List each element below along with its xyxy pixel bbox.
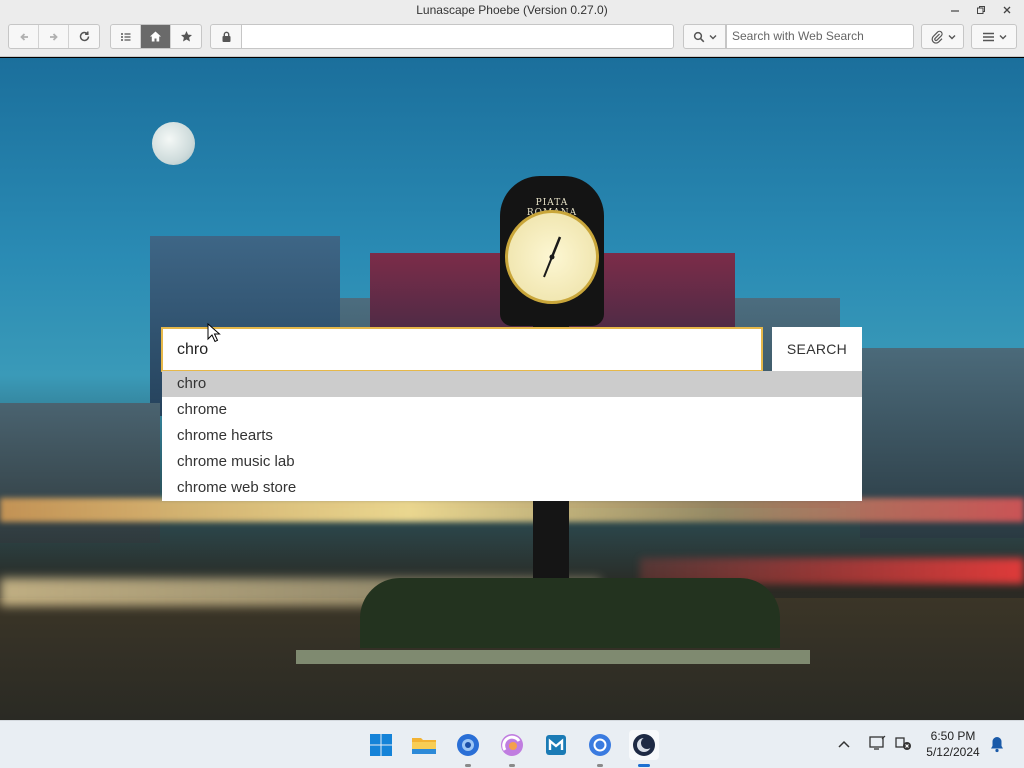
window-title: Lunascape Phoebe (Version 0.27.0) [416, 3, 608, 17]
paperclip-icon [931, 30, 943, 44]
lunascape-app[interactable] [629, 730, 659, 767]
taskbar-date[interactable]: 5/12/2024 [922, 745, 984, 759]
lunascape-icon [633, 734, 655, 756]
clock-face [505, 210, 599, 304]
suggestion-list: chro chrome chrome hearts chrome music l… [162, 371, 862, 501]
browser-rainbow-icon [501, 734, 523, 756]
reload-button[interactable] [69, 25, 99, 48]
notifications-button[interactable] [989, 735, 1005, 756]
address-bar[interactable] [241, 24, 674, 49]
show-hidden-icons-button[interactable] [838, 737, 850, 751]
search-button[interactable]: SEARCH [772, 327, 862, 372]
search-engine-selector[interactable] [683, 24, 726, 49]
list-icon [120, 32, 130, 41]
back-button[interactable] [9, 25, 39, 48]
suggestion-item[interactable]: chro [162, 371, 862, 397]
windows-logo-icon [370, 734, 392, 756]
clock-hands-icon [543, 236, 562, 278]
forward-arrow-icon [49, 32, 58, 41]
browser-app[interactable] [453, 730, 483, 767]
tab-list-button[interactable] [111, 25, 141, 48]
suggestion-item[interactable]: chrome hearts [162, 423, 862, 449]
search-input[interactable]: chro [161, 327, 763, 372]
lock-icon [222, 31, 230, 42]
network-tray-button[interactable] [894, 735, 912, 754]
minimize-icon [951, 10, 959, 12]
star-icon [180, 31, 192, 42]
display-icon [869, 735, 886, 750]
chevron-down-icon [999, 34, 1006, 39]
taskbar-time[interactable]: 6:50 PM [922, 729, 984, 743]
network-disconnected-icon [895, 737, 911, 750]
chevron-up-icon [838, 740, 850, 748]
search-icon [693, 31, 704, 42]
navigation-group [8, 24, 100, 49]
back-arrow-icon [19, 32, 28, 41]
site-info-button[interactable] [210, 24, 242, 49]
hamburger-menu-icon [982, 32, 994, 41]
clip-menu-button[interactable] [921, 24, 964, 49]
close-icon [1003, 6, 1011, 14]
home-icon [150, 31, 161, 42]
bushes-image [360, 578, 780, 648]
web-search-input[interactable]: Search with Web Search [726, 24, 914, 49]
folder-icon [412, 738, 436, 754]
forward-button[interactable] [39, 25, 69, 48]
home-button[interactable] [141, 25, 171, 48]
suggestion-item[interactable]: chrome web store [162, 475, 862, 501]
background-building [0, 403, 160, 543]
main-menu-button[interactable] [971, 24, 1017, 49]
browser-app[interactable] [497, 730, 527, 767]
mouse-cursor-icon [207, 323, 221, 343]
store-icon [546, 735, 566, 755]
file-explorer-app[interactable] [409, 730, 439, 760]
traffic-light-trail [0, 498, 1024, 522]
view-group [110, 24, 202, 49]
display-tray-button[interactable] [868, 735, 886, 754]
chrome-app[interactable] [585, 730, 615, 767]
restore-icon [977, 6, 985, 14]
store-app[interactable] [541, 730, 571, 760]
suggestion-item[interactable]: chrome music lab [162, 449, 862, 475]
suggestion-item[interactable]: chrome [162, 397, 862, 423]
minimize-button[interactable] [942, 2, 968, 20]
reload-icon [79, 31, 89, 42]
restore-button[interactable] [968, 2, 994, 20]
taskbar: 6:50 PM 5/12/2024 [0, 720, 1024, 768]
chevron-down-icon [948, 34, 955, 39]
curb-image [296, 650, 810, 664]
moon-image [152, 122, 195, 165]
bell-icon [991, 737, 1003, 753]
close-button[interactable] [994, 2, 1020, 20]
window-controls [942, 2, 1020, 20]
title-bar: Lunascape Phoebe (Version 0.27.0) [0, 0, 1024, 22]
chrome-icon [589, 734, 611, 756]
browser-blue-icon [457, 734, 479, 756]
chevron-down-icon [709, 34, 716, 39]
bookmark-button[interactable] [171, 25, 201, 48]
start-button[interactable] [366, 730, 396, 760]
browser-toolbar: Search with Web Search [0, 22, 1024, 57]
